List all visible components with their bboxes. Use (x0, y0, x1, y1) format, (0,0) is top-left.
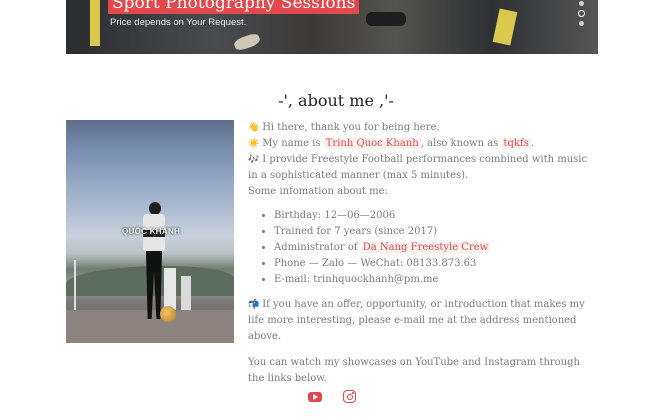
hero-banner[interactable]: Sport Photography Sessions Price depends… (66, 0, 598, 54)
hero-photo-detail (90, 0, 100, 46)
sun-icon: ☀️ (248, 139, 260, 149)
waving-hand-icon: 👋 (248, 123, 260, 133)
showcase-text: You can watch my showcases on YouTube an… (248, 357, 580, 384)
info-email: E-mail: trinhquockhanh@pm.me (274, 272, 598, 288)
info-admin: Administrator of Da Nang Freestyle Crew (274, 240, 598, 256)
info-birthday: Birthday: 12—06—2006 (274, 208, 598, 224)
slider-dot[interactable] (579, 21, 584, 26)
name-line: ☀️ My name is Trinh Quoc Khanh, also kno… (248, 136, 598, 152)
admin-prefix: Administrator of (274, 242, 358, 253)
hero-photo-detail (492, 8, 518, 46)
greeting-line: 👋 Hi there, thank you for being here. (248, 120, 598, 136)
name-prefix: My name is (262, 138, 321, 149)
info-list: Birthday: 12—06—2006 Trained for 7 years… (248, 208, 598, 288)
crew-link[interactable]: Da Nang Freestyle Crew (360, 242, 491, 253)
greeting-text: Hi there, thank you for being here. (262, 122, 440, 133)
performance-line: 🎶 I provide Freestyle Football performan… (248, 152, 598, 184)
instagram-icon[interactable] (343, 390, 356, 403)
photo-label: QUỐC KHÁNH (122, 227, 181, 236)
photo-detail (74, 260, 76, 312)
social-links (306, 389, 366, 405)
slider-dot-active[interactable] (578, 10, 585, 17)
slider-dot[interactable] (579, 1, 584, 6)
offer-line: 📬 If you have an offer, opportunity, or … (248, 297, 598, 345)
info-trained: Trained for 7 years (since 2017) (274, 224, 598, 240)
alias-suffix: . (530, 138, 535, 149)
hero-photo-detail (232, 31, 262, 53)
hero-subtitle: Price depends on Your Request. (110, 17, 247, 28)
hero-title: Sport Photography Sessions (108, 0, 360, 14)
performance-text: I provide Freestyle Football performance… (248, 154, 588, 181)
music-notes-icon: 🎶 (248, 155, 260, 165)
photo-detail (181, 276, 191, 314)
name-highlight: Trinh Quoc Khanh (323, 138, 421, 149)
photo-detail (160, 306, 176, 322)
info-phone: Phone — Zalo — WeChat: 08133.873.63 (274, 256, 598, 272)
hero-photo-detail (366, 12, 406, 26)
mailbox-icon: 📬 (248, 300, 260, 310)
alias-highlight: tqkfs (501, 138, 531, 149)
slider-dots (578, 0, 586, 28)
youtube-icon[interactable] (308, 392, 322, 402)
profile-photo: QUỐC KHÁNH (66, 120, 234, 343)
offer-text: If you have an offer, opportunity, or in… (248, 299, 585, 342)
alias-prefix: , also known as (420, 138, 499, 149)
bio-text: 👋 Hi there, thank you for being here. ☀️… (248, 120, 598, 387)
info-intro: Some infomation about me: (248, 186, 388, 197)
section-title: -', about me ,'- (278, 91, 394, 110)
